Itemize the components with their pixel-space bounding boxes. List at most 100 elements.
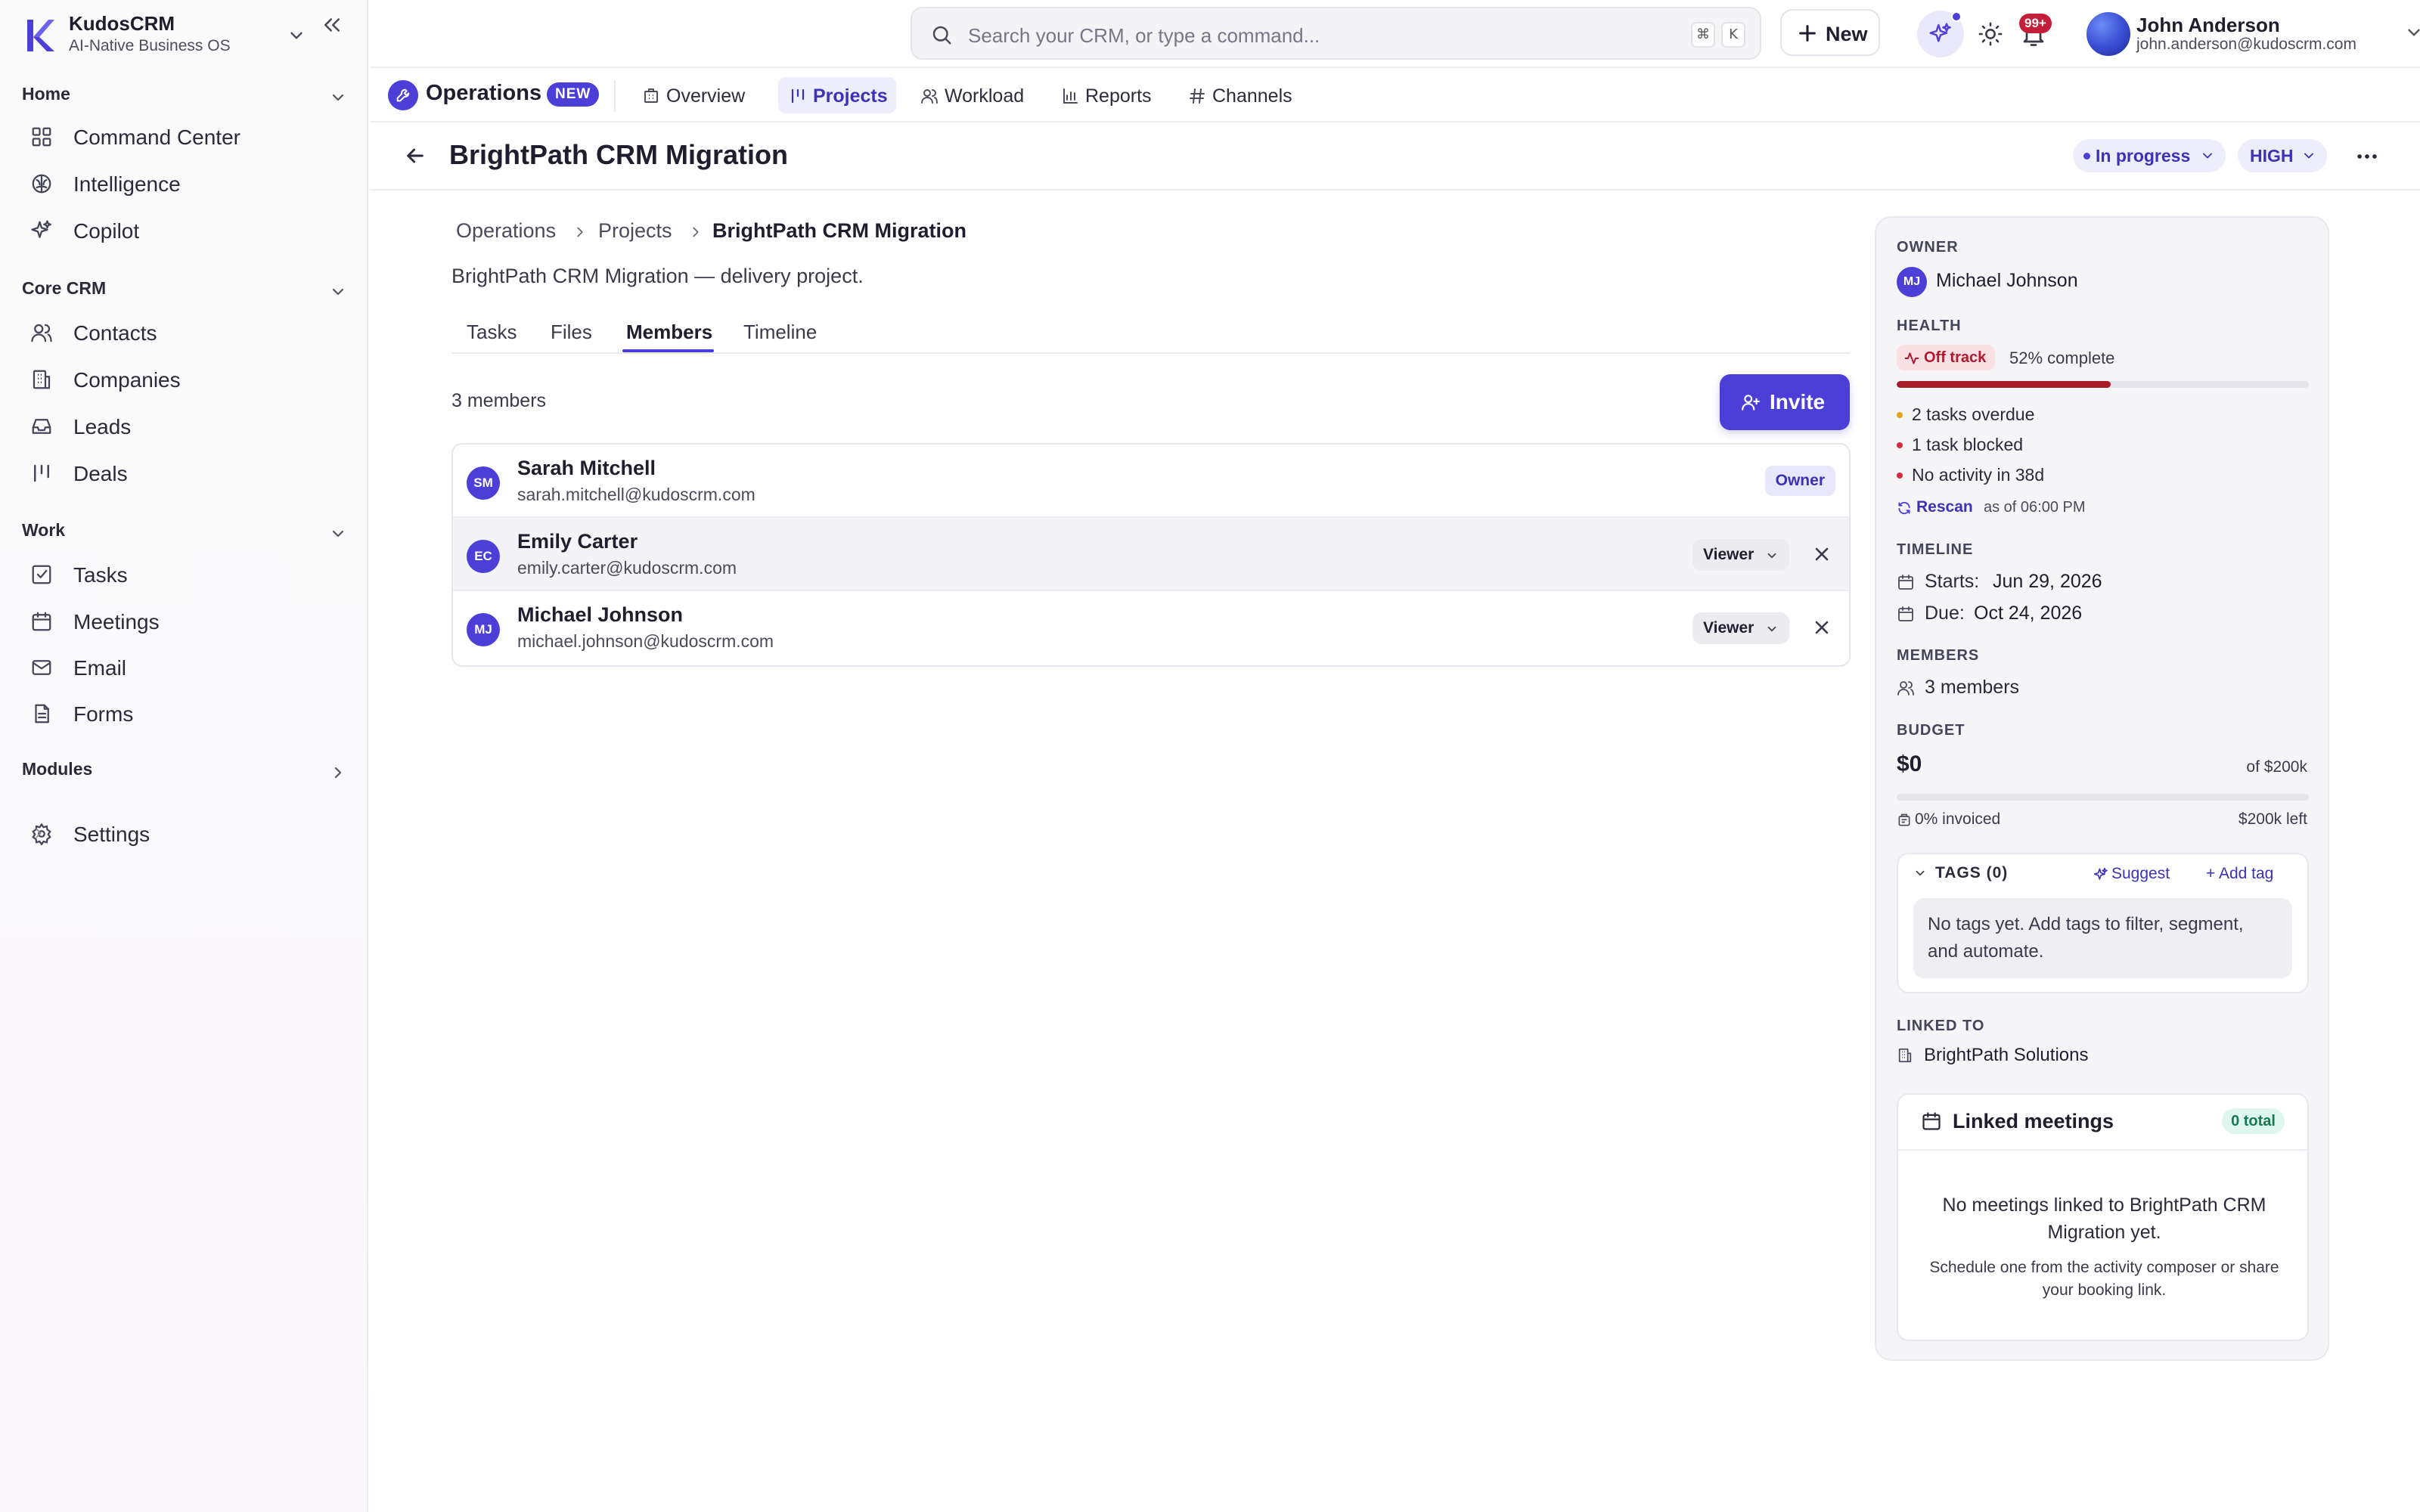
sidebar-item-companies[interactable]: Companies [30,359,344,398]
tab-members[interactable]: Members [626,321,712,344]
member-name: Michael Johnson [517,603,684,626]
tab-overview[interactable]: Overview [631,77,760,113]
sidebar-item-label: Contacts [73,321,157,345]
project-tabs: Tasks Files Members Timeline [451,316,1851,354]
due-label: Due: [1925,603,1965,624]
shortcut-key-k: K [1721,22,1745,48]
nav-section-work[interactable]: Work [22,520,347,550]
more-horizontal-icon[interactable] [2354,144,2380,169]
workspace-switcher[interactable]: KudosCRM AI-Native Business OS [18,11,351,59]
sidebar-item-meetings[interactable]: Meetings [30,601,344,640]
sidebar-item-leads[interactable]: Leads [30,406,344,445]
building-icon [30,368,53,391]
invoiced-text: 0% invoiced [1915,810,2001,828]
sidebar-item-intelligence[interactable]: Intelligence [30,163,344,203]
search-placeholder: Search your CRM, or type a command... [968,24,1320,47]
priority-dropdown[interactable]: HIGH [2238,139,2327,172]
progress-bar-fill [1897,381,2111,388]
sidebar-item-copilot[interactable]: Copilot [30,210,344,249]
tags-heading: TAGS (0) [1935,864,2009,881]
user-plus-icon [1741,392,1761,412]
sidebar-item-tasks[interactable]: Tasks [30,554,344,593]
tab-workload[interactable]: Workload [910,77,1038,113]
user-name[interactable]: John Anderson [2136,14,2280,37]
tab-tasks[interactable]: Tasks [467,321,517,344]
members-count: 3 members [1925,677,2020,698]
role-label: Viewer [1703,619,1754,637]
sidebar-item-settings[interactable]: Settings [30,813,344,853]
role-label: Viewer [1703,546,1754,563]
sidebar-item-deals[interactable]: Deals [30,453,344,492]
nav-section-core-crm[interactable]: Core CRM [22,278,347,308]
invite-button[interactable]: Invite [1720,374,1850,430]
health-percent: 52% complete [2009,349,2115,367]
global-search-input[interactable]: Search your CRM, or type a command... ⌘ … [911,7,1761,60]
chevron-right-icon [30,825,47,841]
tab-channels[interactable]: Channels [1177,77,1306,113]
close-icon[interactable] [1811,544,1832,565]
workspace-tagline: AI-Native Business OS [69,37,231,54]
role-select[interactable]: Viewer [1692,539,1789,571]
ai-status-dot [1951,11,1962,22]
building-icon [1897,1047,1913,1064]
member-row[interactable]: SM Sarah Mitchell sarah.mitchell@kudoscr… [453,445,1849,518]
budget-total: of $200k [2246,758,2307,776]
users-icon [30,321,53,344]
due-date: Oct 24, 2026 [1974,603,2083,624]
collapse-sidebar-icon[interactable] [321,14,343,36]
owner-heading: OWNER [1897,239,1959,256]
sidebar-item-forms[interactable]: Forms [30,693,344,733]
page-title: BrightPath CRM Migration [449,139,788,170]
calendar-icon [30,610,53,633]
breadcrumb-operations[interactable]: Operations [456,219,556,243]
workspace-name: KudosCRM [69,12,175,35]
mail-icon [30,656,53,679]
add-tag-button[interactable]: + Add tag [2206,865,2273,883]
nav-section-modules[interactable]: Modules [22,759,347,789]
rescan-button[interactable]: Rescan [1916,498,1973,516]
owner-badge: Owner [1764,466,1835,496]
nav-section-home[interactable]: Home [22,84,347,114]
tab-projects[interactable]: Projects [778,77,896,113]
ai-assistant-button[interactable] [1917,11,1964,57]
arrow-left-icon[interactable] [403,144,427,168]
sidebar-item-contacts[interactable]: Contacts [30,312,344,352]
avatar: MJ [1897,267,1927,297]
chevron-right-icon [687,224,704,240]
sidebar-item-command-center[interactable]: Command Center [30,116,344,156]
tab-files[interactable]: Files [551,321,592,344]
sidebar-item-label: Meetings [73,610,160,634]
role-select[interactable]: Viewer [1692,612,1789,644]
owner-name[interactable]: Michael Johnson [1936,270,2078,292]
sidebar: KudosCRM AI-Native Business OS Home Comm… [0,0,368,1512]
sidebar-item-email[interactable]: Email [30,647,344,686]
tab-reports[interactable]: Reports [1050,77,1164,113]
member-name: Emily Carter [517,530,638,553]
sparkle-icon [30,219,53,242]
calendar-icon [1921,1111,1942,1132]
tab-timeline[interactable]: Timeline [743,321,817,344]
alert-text: 1 task blocked [1912,435,2024,454]
sparkle-icon [1928,22,1953,46]
breadcrumb-projects[interactable]: Projects [598,219,672,243]
divider [614,80,616,112]
status-dropdown[interactable]: In progress [2073,139,2226,172]
close-icon[interactable] [1811,617,1832,638]
member-row[interactable]: MJ Michael Johnson michael.johnson@kudos… [453,591,1849,665]
meetings-empty-state: No meetings linked to BrightPath CRM Mig… [1942,1194,2266,1243]
start-date: Jun 29, 2026 [1993,571,2102,592]
document-icon [30,702,53,725]
kanban-icon [30,462,53,485]
new-button[interactable]: New [1780,9,1880,56]
divider [1898,1149,2307,1151]
user-avatar[interactable] [2086,12,2130,56]
grid-icon [30,125,53,148]
member-row[interactable]: EC Emily Carter emily.carter@kudoscrm.co… [453,518,1849,591]
sidebar-item-label: Tasks [73,563,128,587]
chevron-down-icon[interactable] [2404,23,2420,42]
sidebar-item-label: Companies [73,368,181,392]
sun-icon[interactable] [1978,21,2003,47]
status-dot [2083,153,2090,160]
users-icon [1897,679,1915,697]
linked-heading: LINKED TO [1897,1018,1985,1034]
